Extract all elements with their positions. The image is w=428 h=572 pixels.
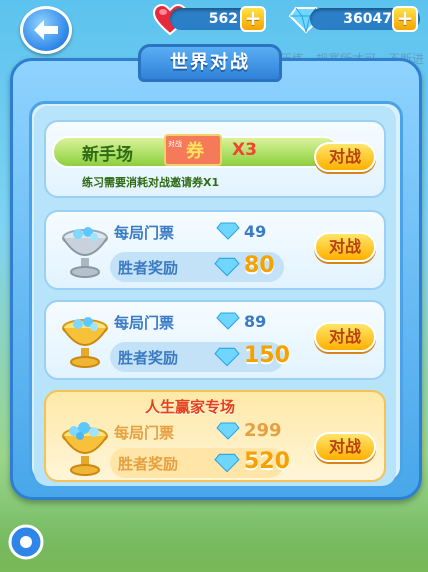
gold-cup-icon xyxy=(62,422,108,476)
ground-decoration xyxy=(0,512,428,572)
reward-bar: 胜者奖励 80 xyxy=(110,252,284,282)
silver-cup-icon xyxy=(62,227,108,278)
room-card-silver: 每局门票 49 胜者奖励 80 对战 xyxy=(44,210,386,290)
add-gems-button[interactable]: + xyxy=(392,6,418,32)
back-button[interactable] xyxy=(20,6,72,54)
reward-label: 胜者奖励 xyxy=(118,259,179,277)
battle-button-newbie[interactable]: 对战 xyxy=(314,142,376,172)
entry-label: 每局门票 xyxy=(114,224,175,242)
panel-title: 世界对战 xyxy=(138,44,282,82)
room-list: 新手场 对战 券 X3 练习需要消耗对战邀请券X1 对战 每局门票 49 胜者奖… xyxy=(34,106,396,486)
back-arrow-icon xyxy=(34,20,58,40)
gear-icon[interactable] xyxy=(4,520,48,564)
entry-label: 每局门票 xyxy=(114,314,175,332)
reward-bar: 胜者奖励 520 xyxy=(110,448,290,478)
ticket-count: X3 xyxy=(232,140,257,160)
room-card-newbie: 新手场 对战 券 X3 练习需要消耗对战邀请券X1 对战 xyxy=(44,120,386,198)
reward-value: 80 xyxy=(244,253,275,278)
entry-label: 每局门票 xyxy=(114,424,175,442)
reward-value: 150 xyxy=(244,343,290,368)
battle-ticket-icon: 对战 券 xyxy=(164,134,222,166)
room-name: 新手场 xyxy=(82,145,133,165)
practice-hint: 练习需要消耗对战邀请券X1 xyxy=(82,176,220,189)
gold-cup-icon xyxy=(62,317,108,368)
diamond-icon xyxy=(214,347,240,367)
entry-value: 49 xyxy=(244,222,267,241)
reward-label: 胜者奖励 xyxy=(118,455,179,473)
diamond-icon xyxy=(216,222,240,240)
diamond-icon xyxy=(216,422,240,440)
winner-banner: 人生赢家专场 xyxy=(144,398,235,416)
reward-bar: 胜者奖励 150 xyxy=(110,342,290,372)
diamond-icon xyxy=(216,312,240,330)
diamond-icon xyxy=(214,257,240,277)
entry-value: 299 xyxy=(244,420,282,441)
battle-button-winner[interactable]: 对战 xyxy=(314,432,376,462)
battle-button-gold[interactable]: 对战 xyxy=(314,322,376,352)
diamond-icon xyxy=(214,453,240,473)
entry-value: 89 xyxy=(244,312,267,331)
add-hearts-button[interactable]: + xyxy=(240,6,266,32)
reward-label: 胜者奖励 xyxy=(118,349,179,367)
room-card-winner: 人生赢家专场 每局门票 299 胜者奖励 520 对战 xyxy=(44,390,386,482)
reward-value: 520 xyxy=(244,449,290,474)
room-card-gold: 每局门票 89 胜者奖励 150 对战 xyxy=(44,300,386,380)
battle-button-silver[interactable]: 对战 xyxy=(314,232,376,262)
